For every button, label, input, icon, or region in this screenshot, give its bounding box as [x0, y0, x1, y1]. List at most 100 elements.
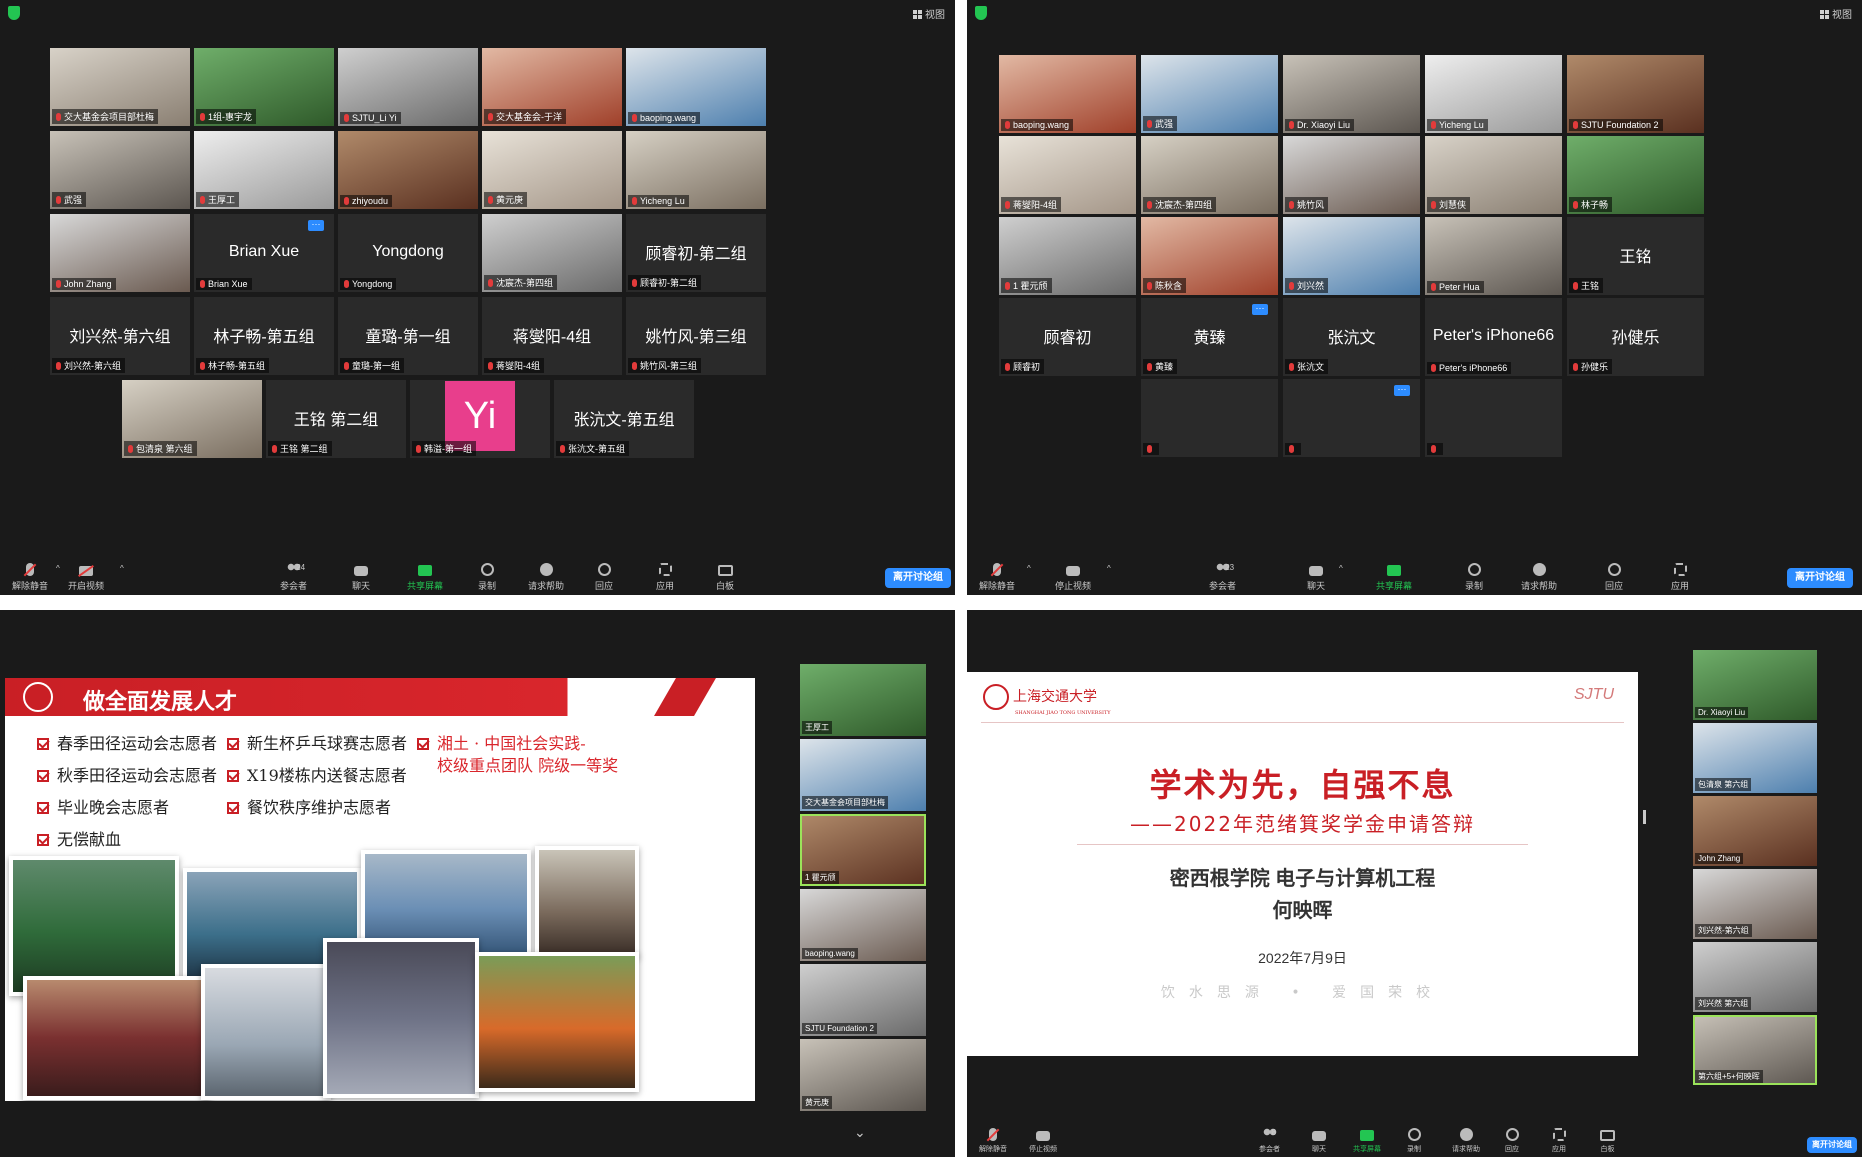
participant-tile[interactable]: Yongdong Yongdong: [338, 214, 478, 292]
reactions-button[interactable]: 回应: [1605, 563, 1623, 592]
participant-tile[interactable]: Peter's iPhone66 Peter's iPhone66: [1425, 298, 1562, 376]
audio-options-caret[interactable]: ^: [56, 564, 60, 573]
participant-tile[interactable]: 刘兴然-第六组 刘兴然-第六组: [50, 297, 190, 375]
start-video-button[interactable]: 开启视频: [68, 566, 104, 592]
participant-tile[interactable]: 1组-惠宇龙: [194, 48, 334, 126]
help-button[interactable]: 请求帮助: [1521, 563, 1557, 592]
apps-button[interactable]: 应用: [1552, 1128, 1566, 1154]
participant-tile[interactable]: 孙健乐 孙健乐: [1567, 298, 1704, 376]
participant-tile[interactable]: SJTU Foundation 2: [1567, 55, 1704, 133]
chat-button[interactable]: 聊天: [352, 566, 370, 592]
unmute-button[interactable]: 解除静音: [979, 563, 1015, 592]
participants-button[interactable]: 8 参会者: [1259, 1128, 1280, 1154]
participant-tile[interactable]: 刘慧侠: [1425, 136, 1562, 214]
reactions-button[interactable]: 回应: [595, 563, 613, 592]
unmute-button[interactable]: 解除静音: [979, 1128, 1007, 1154]
participant-tile[interactable]: SJTU_Li Yi: [338, 48, 478, 126]
more-options-icon[interactable]: ···: [308, 220, 324, 231]
participant-tile[interactable]: 姚竹风: [1283, 136, 1420, 214]
participants-button[interactable]: 23 参会者: [1209, 563, 1236, 592]
whiteboard-button[interactable]: 白板: [1600, 1130, 1615, 1154]
participant-tile[interactable]: 王铭 王铭: [1567, 217, 1704, 295]
share-screen-button[interactable]: 共享屏幕: [1353, 1130, 1381, 1154]
participant-tile[interactable]: [1141, 379, 1278, 457]
chat-options-caret[interactable]: ^: [1339, 564, 1343, 573]
participant-tile[interactable]: 顾睿初 顾睿初: [999, 298, 1136, 376]
video-options-caret[interactable]: ^: [120, 564, 124, 573]
participant-tile[interactable]: Yicheng Lu: [1425, 55, 1562, 133]
help-button[interactable]: 请求帮助: [528, 563, 564, 592]
share-screen-button[interactable]: 共享屏幕: [1376, 565, 1412, 592]
participant-thumbnail[interactable]: 王厚工: [800, 664, 926, 736]
audio-options-caret[interactable]: ^: [1027, 564, 1031, 573]
chat-button[interactable]: 聊天: [1307, 566, 1325, 592]
participant-tile[interactable]: 刘兴然: [1283, 217, 1420, 295]
more-options-icon[interactable]: ···: [1252, 304, 1268, 315]
participant-thumbnail[interactable]: 包清泉 第六组: [1693, 723, 1817, 793]
participant-tile[interactable]: 沈宸杰-第四组: [1141, 136, 1278, 214]
security-shield-icon[interactable]: [975, 6, 987, 20]
participant-tile[interactable]: 蒋燮阳-4组 蒋燮阳-4组: [482, 297, 622, 375]
participant-tile[interactable]: Yicheng Lu: [626, 131, 766, 209]
participant-tile[interactable]: 1 瞿元颀: [999, 217, 1136, 295]
unmute-button[interactable]: 解除静音: [12, 563, 48, 592]
chevron-down-icon[interactable]: ⌄: [854, 1124, 866, 1141]
participant-tile[interactable]: Brian Xue Brian Xue ···: [194, 214, 334, 292]
participant-tile[interactable]: 交大基金会-于洋: [482, 48, 622, 126]
participant-tile[interactable]: 包清泉 第六组: [122, 380, 262, 458]
participant-tile[interactable]: baoping.wang: [626, 48, 766, 126]
help-button[interactable]: 请求帮助: [1452, 1128, 1480, 1154]
participant-thumbnail[interactable]: 黄元庚: [800, 1039, 926, 1111]
participant-tile[interactable]: 黄臻 黄臻 ···: [1141, 298, 1278, 376]
participant-tile[interactable]: 林子畅-第五组 林子畅-第五组: [194, 297, 334, 375]
leave-breakout-button[interactable]: 离开讨论组: [885, 568, 951, 588]
participant-tile[interactable]: Peter Hua: [1425, 217, 1562, 295]
participant-tile[interactable]: 陈秋含: [1141, 217, 1278, 295]
participant-tile[interactable]: 王铭 第二组 王铭 第二组: [266, 380, 406, 458]
participant-thumbnail[interactable]: baoping.wang: [800, 889, 926, 961]
apps-button[interactable]: 应用: [656, 563, 674, 592]
record-button[interactable]: 录制: [478, 563, 496, 592]
participants-button[interactable]: 24 参会者: [280, 563, 307, 592]
participant-tile[interactable]: zhiyoudu: [338, 131, 478, 209]
leave-breakout-button[interactable]: 离开讨论组: [1787, 568, 1853, 588]
participant-tile[interactable]: 蒋燮阳-4组: [999, 136, 1136, 214]
participant-tile[interactable]: 张沆文-第五组 张沆文-第五组: [554, 380, 694, 458]
participant-tile[interactable]: 林子畅: [1567, 136, 1704, 214]
participant-tile[interactable]: 童璐-第一组 童璐-第一组: [338, 297, 478, 375]
participant-thumbnail[interactable]: Dr. Xiaoyi Liu: [1693, 650, 1817, 720]
participant-tile[interactable]: 黄元庚: [482, 131, 622, 209]
view-button[interactable]: 视图: [913, 6, 945, 21]
participant-tile[interactable]: 张沆文 张沆文: [1283, 298, 1420, 376]
record-button[interactable]: 录制: [1407, 1128, 1421, 1154]
participant-tile[interactable]: 武强: [1141, 55, 1278, 133]
security-shield-icon[interactable]: [8, 6, 20, 20]
stop-video-button[interactable]: 停止视频: [1029, 1131, 1057, 1154]
share-screen-button[interactable]: 共享屏幕: [407, 565, 443, 592]
participant-thumbnail[interactable]: John Zhang: [1693, 796, 1817, 866]
participant-thumbnail[interactable]: 刘兴然-第六组: [1693, 869, 1817, 939]
participant-tile[interactable]: Dr. Xiaoyi Liu: [1283, 55, 1420, 133]
stop-video-button[interactable]: 停止视频: [1055, 566, 1091, 592]
whiteboard-button[interactable]: 白板: [716, 565, 734, 592]
reactions-button[interactable]: 回应: [1505, 1128, 1519, 1154]
participant-tile[interactable]: John Zhang: [50, 214, 190, 292]
splitter-handle[interactable]: [1643, 810, 1646, 824]
participant-tile[interactable]: 王厚工: [194, 131, 334, 209]
participant-tile[interactable]: Yi 韩溢-第一组: [410, 380, 550, 458]
participant-tile[interactable]: 交大基金会项目部杜梅: [50, 48, 190, 126]
participant-tile[interactable]: 武强: [50, 131, 190, 209]
participant-tile[interactable]: 沈宸杰-第四组: [482, 214, 622, 292]
participant-tile[interactable]: 姚竹风-第三组 姚竹风-第三组: [626, 297, 766, 375]
video-options-caret[interactable]: ^: [1107, 564, 1111, 573]
participant-thumbnail[interactable]: 第六组+5+何映晖: [1693, 1015, 1817, 1085]
participant-thumbnail[interactable]: 1 瞿元颀: [800, 814, 926, 886]
participant-tile[interactable]: [1425, 379, 1562, 457]
record-button[interactable]: 录制: [1465, 563, 1483, 592]
chat-button[interactable]: 聊天: [1312, 1131, 1326, 1154]
participant-tile[interactable]: 顾睿初-第二组 顾睿初-第二组: [626, 214, 766, 292]
more-options-icon[interactable]: ···: [1394, 385, 1410, 396]
apps-button[interactable]: 应用: [1671, 563, 1689, 592]
participant-tile[interactable]: ···: [1283, 379, 1420, 457]
participant-tile[interactable]: baoping.wang: [999, 55, 1136, 133]
